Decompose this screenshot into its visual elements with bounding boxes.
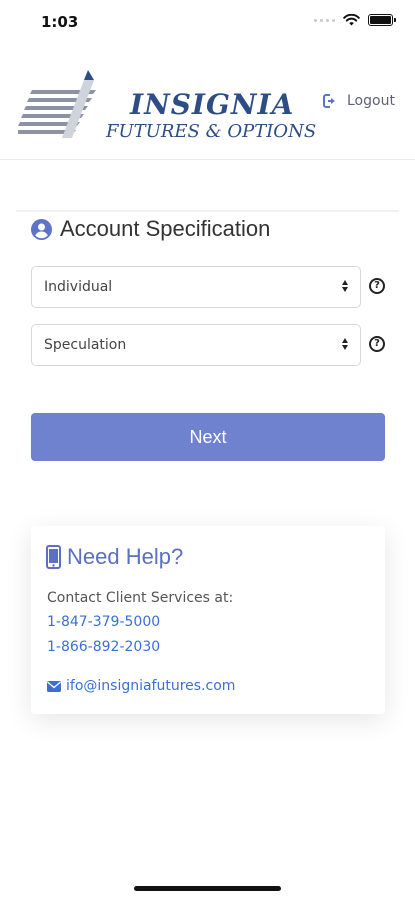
purpose-value: Speculation [44, 337, 127, 353]
brand-logo: INSIGNIA FUTURES & OPTIONS [18, 68, 316, 148]
envelope-icon [47, 680, 61, 692]
help-title: Need Help? [67, 544, 184, 569]
app-header: INSIGNIA FUTURES & OPTIONS Logout [0, 60, 415, 160]
logo-name: INSIGNIA [130, 88, 295, 121]
help-heading: Need Help? [46, 544, 183, 570]
question-circle-icon[interactable]: ? [369, 336, 385, 352]
phone-link-2[interactable]: 1-866-892-2030 [47, 639, 160, 655]
section-divider [16, 210, 399, 212]
page-title: Account Specification [60, 216, 271, 241]
account-type-value: Individual [44, 279, 113, 295]
status-bar: 1:03 [0, 0, 415, 44]
logout-button[interactable]: Logout [323, 93, 395, 109]
contact-text: Contact Client Services at: [47, 590, 234, 606]
purpose-row: Speculation ? [31, 324, 391, 366]
home-indicator[interactable] [134, 886, 281, 891]
app-screen: 1:03 INSIGNIA FUTURES & OPTIONS Logout A… [0, 0, 415, 900]
logout-icon [323, 94, 335, 108]
help-card: Need Help? Contact Client Services at: 1… [31, 526, 385, 714]
battery-icon [368, 14, 396, 26]
next-button[interactable]: Next [31, 413, 385, 461]
mobile-phone-icon [46, 545, 61, 569]
signal-icon [314, 18, 335, 22]
email-row[interactable]: ifo@insigniafutures.com [47, 678, 235, 694]
select-arrows-icon [342, 338, 348, 350]
status-time: 1:03 [41, 13, 79, 31]
logo-tagline: FUTURES & OPTIONS [106, 121, 317, 142]
logo-stripes-icon [18, 70, 96, 138]
purpose-select[interactable]: Speculation [31, 324, 361, 366]
phone-link-1[interactable]: 1-847-379-5000 [47, 614, 160, 630]
account-type-row: Individual ? [31, 266, 391, 308]
section-title: Account Specification [31, 216, 270, 242]
email-link[interactable]: ifo@insigniafutures.com [66, 678, 235, 694]
logout-label: Logout [347, 93, 395, 109]
select-arrows-icon [342, 280, 348, 292]
status-icons [314, 14, 396, 26]
account-type-select[interactable]: Individual [31, 266, 361, 308]
question-circle-icon[interactable]: ? [369, 278, 385, 294]
user-circle-icon [31, 218, 52, 240]
wifi-icon [343, 14, 360, 26]
